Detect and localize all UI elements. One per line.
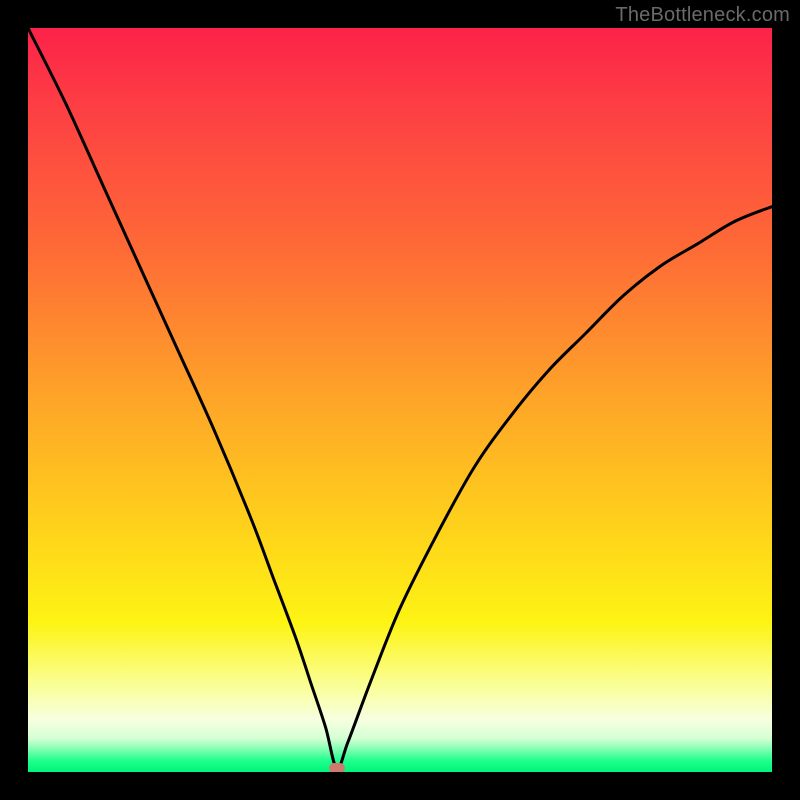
- plot-area: [28, 28, 772, 772]
- chart-frame: TheBottleneck.com: [0, 0, 800, 800]
- watermark-text: TheBottleneck.com: [615, 4, 790, 27]
- bottleneck-curve: [28, 28, 772, 772]
- optimal-point-marker: [329, 763, 345, 772]
